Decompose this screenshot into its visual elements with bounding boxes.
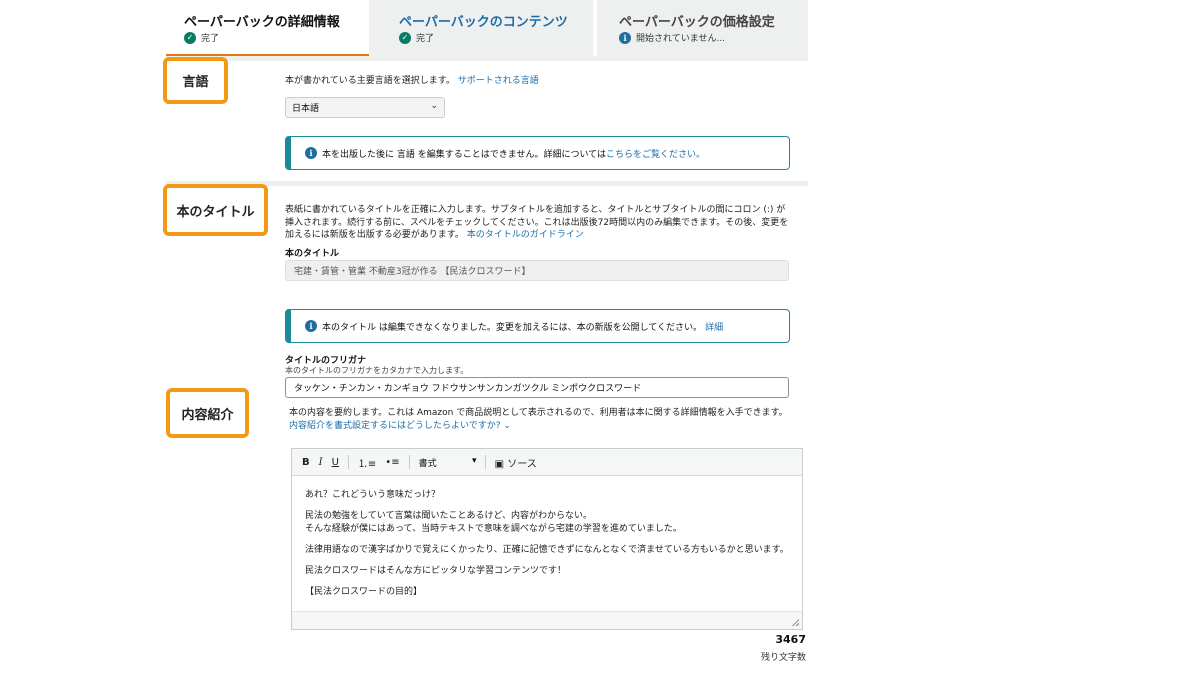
toolbar-divider bbox=[408, 455, 410, 469]
language-heading: 言語 bbox=[163, 57, 228, 104]
description-instructions: 本の内容を要約します。これは Amazon で商品説明として表示されるので、利用… bbox=[289, 408, 788, 418]
editor-content[interactable]: あれ？これどういう意味だっけ？ 民法の勉強をしていて言葉は聞いたことあるけど、内… bbox=[305, 489, 789, 607]
section-divider bbox=[166, 56, 808, 61]
tab-status-text: 完了 bbox=[416, 34, 435, 44]
tab-bar: ペーパーバックの詳細情報 ✓ 完了 ペーパーバックのコンテンツ ✓ 完了 ペーパ… bbox=[166, 0, 808, 56]
description-editor[interactable]: B I U ⒈≡ •≡ 書式 ▾ ▣ ソース あれ？これどういう意味だっけ？ 民… bbox=[291, 448, 803, 630]
format-dropdown-label: 書式 bbox=[418, 458, 437, 469]
tab-status: ✓ 完了 bbox=[399, 31, 434, 44]
caret-down-icon: ▾ bbox=[472, 455, 477, 466]
editor-paragraph: 民法クロスワードはそんな方にピッタリな学習コンテンツです！ bbox=[305, 566, 567, 576]
furigana-hint: 本のタイトルのフリガナをカタカナで入力します。 bbox=[285, 366, 469, 375]
check-circle-icon: ✓ bbox=[399, 31, 411, 44]
editor-paragraph: 【民法クロスワードの目的】 bbox=[305, 587, 423, 597]
language-alert-text: 本を出版した後に 言語 を編集することはできません。詳細については bbox=[322, 149, 607, 160]
format-dropdown[interactable]: 書式 ▾ bbox=[419, 456, 477, 469]
toolbar-divider bbox=[484, 455, 486, 469]
editor-line: そんな経験が僕にはあって、当時テキストで意味を調べながら宅建の学習を進めていまし… bbox=[305, 524, 682, 534]
tab-label: ペーパーバックの価格設定 bbox=[619, 15, 775, 30]
chevron-down-icon: ⌄ bbox=[430, 101, 438, 111]
page: ペーパーバックの詳細情報 ✓ 完了 ペーパーバックのコンテンツ ✓ 完了 ペーパ… bbox=[0, 0, 1200, 675]
tab-status-text: 開始されていません... bbox=[636, 34, 726, 44]
tab-status: i 開始されていません... bbox=[619, 31, 725, 44]
remaining-character-count: 3467 bbox=[775, 633, 806, 646]
furigana-input[interactable]: タッケン・チンカン・カンギョウ フドウサンサンカンガツクル ミンポウクロスワード bbox=[285, 377, 789, 398]
language-select[interactable]: 日本語 ⌄ bbox=[285, 97, 445, 118]
info-icon: i bbox=[305, 320, 317, 332]
source-icon: ▣ bbox=[494, 458, 505, 470]
bulleted-list-icon[interactable]: •≡ bbox=[385, 457, 399, 468]
book-title-label: 本のタイトル bbox=[285, 249, 340, 259]
tab-label: ペーパーバックのコンテンツ bbox=[399, 15, 568, 30]
supported-languages-link[interactable]: サポートされる言語 bbox=[458, 76, 539, 86]
language-description-text: 本が書かれている主要言語を選択します。 bbox=[285, 76, 455, 86]
tab-label: ペーパーバックの詳細情報 bbox=[184, 15, 340, 30]
source-label: ソース bbox=[507, 458, 537, 470]
tab-status-text: 完了 bbox=[201, 34, 220, 44]
tab-status: ✓ 完了 bbox=[184, 31, 219, 44]
description-heading: 内容紹介 bbox=[166, 388, 249, 438]
title-alert: i 本のタイトル は編集できなくなりました。変更を加えるには、本の新版を公開して… bbox=[285, 309, 790, 343]
editor-paragraph: 法律用語なので漢字ばかりで覚えにくかったり、正確に記憶できずになんとなくで済ませ… bbox=[305, 545, 789, 555]
format-help-text: 内容紹介を書式設定するにはどうしたらよいですか? bbox=[289, 421, 501, 431]
chevron-down-icon: ⌄ bbox=[500, 421, 511, 431]
title-heading: 本のタイトル bbox=[163, 184, 268, 236]
language-alert: i 本を出版した後に 言語 を編集することはできません。詳細については こちらを… bbox=[285, 136, 790, 170]
resize-handle-icon[interactable] bbox=[791, 618, 799, 626]
source-button[interactable]: ▣ ソース bbox=[495, 455, 537, 470]
title-alert-link[interactable]: 詳細 bbox=[705, 320, 723, 333]
language-select-value: 日本語 bbox=[292, 104, 320, 114]
editor-status-bar bbox=[292, 611, 802, 629]
toolbar-divider bbox=[347, 455, 349, 469]
editor-paragraph: あれ？これどういう意味だっけ？ bbox=[305, 490, 441, 500]
check-circle-icon: ✓ bbox=[184, 31, 196, 44]
title-description: 表紙に書かれているタイトルを正確に入力します。サブタイトルを追加すると、タイトル… bbox=[285, 204, 791, 242]
tab-paperback-details[interactable]: ペーパーバックの詳細情報 ✓ 完了 bbox=[166, 0, 369, 56]
book-title-field: 宅建・賃管・管業 不動産3冠が作る 【民法クロスワード】 bbox=[285, 260, 789, 281]
description-format-help-link[interactable]: 内容紹介を書式設定するにはどうしたらよいですか? ⌄ bbox=[289, 420, 511, 433]
title-alert-text: 本のタイトル は編集できなくなりました。変更を加えるには、本の新版を公開してくだ… bbox=[322, 322, 703, 333]
info-icon: i bbox=[619, 31, 631, 44]
tab-paperback-pricing[interactable]: ペーパーバックの価格設定 i 開始されていません... bbox=[600, 0, 808, 56]
info-icon: i bbox=[305, 147, 317, 159]
underline-button[interactable]: U bbox=[332, 457, 339, 468]
numbered-list-icon[interactable]: ⒈≡ bbox=[358, 455, 376, 470]
title-guidelines-link[interactable]: 本のタイトルのガイドライン bbox=[467, 230, 584, 240]
language-alert-link[interactable]: こちらをご覧ください。 bbox=[606, 147, 705, 160]
editor-line: 民法の勉強をしていて言葉は聞いたことあるけど、内容がわからない。 bbox=[305, 511, 593, 521]
editor-paragraph: 民法の勉強をしていて言葉は聞いたことあるけど、内容がわからない。 そんな経験が僕… bbox=[305, 510, 789, 536]
italic-button[interactable]: I bbox=[319, 457, 323, 468]
bold-button[interactable]: B bbox=[302, 457, 310, 468]
tab-paperback-content[interactable]: ペーパーバックのコンテンツ ✓ 完了 bbox=[369, 0, 597, 56]
language-description: 本が書かれている主要言語を選択します。 サポートされる言語 bbox=[285, 75, 539, 88]
editor-toolbar: B I U ⒈≡ •≡ 書式 ▾ ▣ ソース bbox=[292, 449, 802, 476]
remaining-character-label: 残り文字数 bbox=[760, 653, 806, 663]
